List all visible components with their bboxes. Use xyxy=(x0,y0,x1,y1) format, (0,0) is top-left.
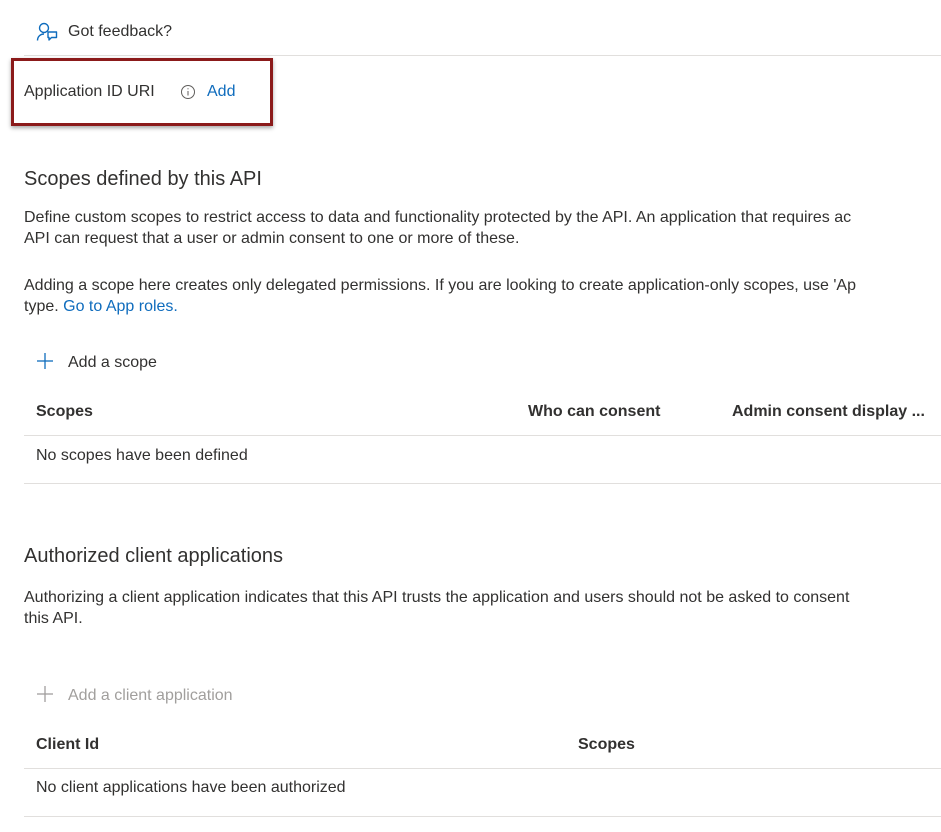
authorized-clients-section-title: Authorized client applications xyxy=(24,545,284,567)
column-header-client-scopes[interactable]: Scopes xyxy=(578,735,635,755)
application-id-uri-add-link[interactable]: Add xyxy=(207,82,235,102)
feedback-person-icon[interactable] xyxy=(36,20,58,42)
add-client-application-button[interactable]: Add a client application xyxy=(36,685,233,707)
clients-table-bottom-divider xyxy=(24,816,941,817)
got-feedback-link[interactable]: Got feedback? xyxy=(68,21,172,43)
add-client-application-label: Add a client application xyxy=(68,687,233,704)
column-header-admin-consent-display[interactable]: Admin consent display ... xyxy=(732,402,925,422)
clients-description-line1: Authorizing a client application indicat… xyxy=(24,589,850,606)
clients-description-line2: this API. xyxy=(24,610,83,627)
scopes-note-prefix: type. xyxy=(24,298,59,315)
go-to-app-roles-link[interactable]: Go to App roles. xyxy=(63,298,178,315)
scopes-table-header-divider xyxy=(24,435,941,436)
application-id-uri-label: Application ID URI xyxy=(24,83,155,100)
column-header-who-can-consent[interactable]: Who can consent xyxy=(528,402,660,422)
scopes-description-line2: API can request that a user or admin con… xyxy=(24,230,520,247)
scopes-table-bottom-divider xyxy=(24,483,941,484)
scopes-empty-message: No scopes have been defined xyxy=(36,447,248,464)
scopes-note-line1: Adding a scope here creates only delegat… xyxy=(24,277,856,294)
plus-icon xyxy=(36,685,54,703)
plus-icon xyxy=(36,352,54,370)
add-scope-button[interactable]: Add a scope xyxy=(36,352,157,374)
column-header-scopes[interactable]: Scopes xyxy=(36,402,93,422)
clients-table-header-divider xyxy=(24,768,941,769)
scopes-description-line1: Define custom scopes to restrict access … xyxy=(24,209,852,226)
column-header-client-id[interactable]: Client Id xyxy=(36,735,99,755)
clients-empty-message: No client applications have been authori… xyxy=(36,779,346,796)
info-icon[interactable] xyxy=(180,84,196,100)
add-scope-label: Add a scope xyxy=(68,354,157,371)
scopes-note-line2: type. Go to App roles. xyxy=(24,296,178,317)
scopes-section-title: Scopes defined by this API xyxy=(24,168,262,190)
top-divider xyxy=(24,55,941,56)
